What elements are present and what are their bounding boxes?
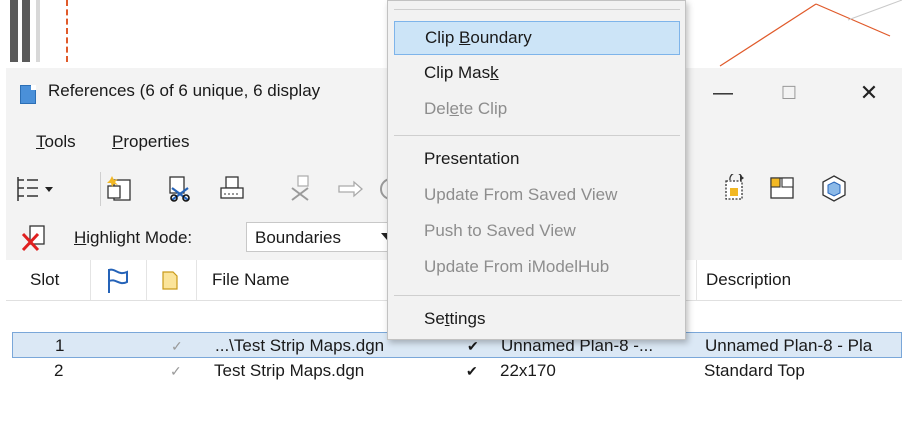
close-button[interactable]: ✕ [842,73,896,113]
menu-properties-label: roperties [123,132,190,151]
drawing-element [22,0,30,62]
maximize-button[interactable]: ☐ [762,73,816,113]
cell-slot: 1 [55,336,65,355]
highlight-mode-label-text: ighlight Mode: [86,228,193,247]
drawing-dashed-line [66,0,68,62]
tree-list-dropdown-icon[interactable] [14,174,56,204]
column-divider[interactable] [696,260,697,300]
clip-mask-pre: Clip Mas [424,63,491,82]
3d-reference-icon[interactable] [820,174,848,202]
file-icon[interactable] [162,271,178,290]
clip-mask-icon[interactable] [768,174,796,202]
cell-file-name: Test Strip Maps.dgn [214,361,365,380]
clip-boundary-post: oundary [470,28,532,47]
toolbar-separator [100,172,101,206]
delete-clip-pre: Del [424,99,450,118]
clip-boundary-mnemonic: B [459,28,471,47]
check-icon[interactable]: ✓ [170,363,182,380]
menu-separator [394,295,680,296]
delete-clip-post: te Clip [458,99,508,118]
drawing-element [36,0,40,62]
menu-properties[interactable]: Properties [112,132,189,152]
flag-icon[interactable] [106,268,130,294]
highlight-mode-label: Highlight Mode: [74,228,192,248]
exchange-reference-icon [291,175,309,201]
reload-reference-icon[interactable] [218,174,246,202]
settings-pre: Se [424,309,445,328]
menu-tools-mnemonic: T [36,132,45,151]
table-row[interactable]: 2 ✓ Test Strip Maps.dgn ✔ 22x170 Standar… [12,358,902,384]
menu-item-push-to-saved-view[interactable]: Push to Saved View [394,215,680,249]
column-header-file-name[interactable]: File Name [212,270,289,290]
menu-separator [394,9,680,10]
column-header-slot[interactable]: Slot [30,270,59,290]
highlight-off-icon[interactable] [20,224,48,252]
clip-mask-mnemonic: k [490,63,499,82]
menu-item-clip-mask[interactable]: Clip Mask [394,57,680,91]
menu-item-presentation[interactable]: Presentation [394,143,680,177]
settings-post: tings [449,309,486,328]
column-divider[interactable] [90,260,91,300]
references-app-icon [20,85,36,104]
cell-file-name: ...\Test Strip Maps.dgn [215,336,385,355]
menu-item-clip-boundary[interactable]: Clip Boundary [394,21,680,55]
check-icon[interactable]: ✔ [466,363,478,380]
highlight-mode-select[interactable]: Boundaries [246,222,406,252]
drawing-element [10,0,18,62]
window-title: References (6 of 6 unique, 6 display [48,81,321,100]
detach-reference-icon[interactable] [166,174,194,202]
move-reference-icon [338,180,363,198]
menu-tools-label: ools [44,132,76,151]
attach-reference-icon[interactable] [106,174,134,202]
column-divider[interactable] [146,260,147,300]
menu-separator [394,135,680,136]
menu-item-update-from-imodelhub[interactable]: Update From iModelHub [394,251,680,285]
cell-description: Unnamed Plan-8 - Pla [705,336,873,355]
menu-item-update-from-saved-view[interactable]: Update From Saved View [394,179,680,213]
check-icon[interactable]: ✔ [467,338,479,355]
cell-model: 22x170 [500,361,556,380]
highlight-mode-mnemonic: H [74,228,87,247]
highlight-mode-value: Boundaries [255,228,342,247]
menu-item-settings[interactable]: Settings [394,303,680,337]
check-icon[interactable]: ✓ [171,338,183,355]
column-header-description[interactable]: Description [706,270,791,290]
clip-boundary-icon[interactable] [720,174,748,202]
delete-clip-mnemonic: e [449,99,459,118]
cell-slot: 2 [54,361,64,380]
column-divider[interactable] [196,260,197,300]
menu-item-delete-clip[interactable]: Delete Clip [394,93,680,127]
minimize-button[interactable]: — [696,73,750,113]
context-menu: Clip Boundary Clip Mask Delete Clip Pres… [387,0,686,340]
clip-boundary-pre: Clip [425,28,460,47]
menu-tools[interactable]: Tools [36,132,76,152]
cell-description: Standard Top [704,361,805,380]
menu-properties-mnemonic: P [112,132,124,151]
